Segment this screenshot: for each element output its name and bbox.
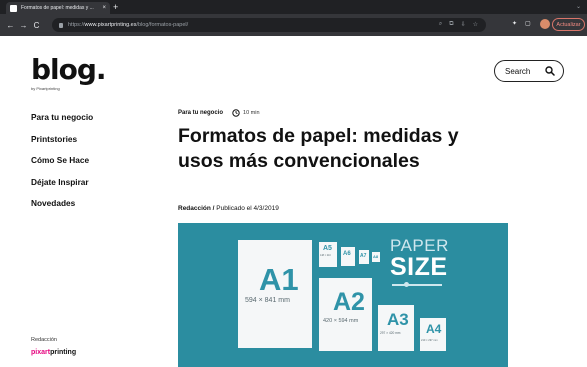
logo-tagline: by Pixartprinting xyxy=(31,86,60,91)
sheet-label: A7 xyxy=(360,253,367,259)
sheet-dimensions: 594 × 841 mm xyxy=(245,297,290,304)
sheet-dimensions: 210 × 297 mm xyxy=(421,339,438,342)
search-button[interactable]: Search xyxy=(494,60,564,82)
article-byline: Redacción / Publicado el 4/3/2019 xyxy=(178,205,279,212)
update-button[interactable]: Actualizar xyxy=(552,18,585,31)
share-icon[interactable]: ⧉ xyxy=(449,21,453,28)
sheet-a8: A8 xyxy=(372,252,380,262)
article-title: Formatos de papel: medidas y usos más co… xyxy=(178,125,459,172)
article-author[interactable]: Redacción / xyxy=(178,205,214,212)
install-icon[interactable]: ⇩ xyxy=(461,21,466,28)
sheet-label: A4 xyxy=(426,322,442,336)
sidebar-icon[interactable]: ▢ xyxy=(525,20,531,27)
browser-tab-bar: Formatos de papel: medidas y ... × + ⌄ xyxy=(0,0,587,14)
nav-item-novedades[interactable]: Novedades xyxy=(31,198,93,220)
sheet-dimensions: 420 × 594 mm xyxy=(323,318,359,324)
read-time: 10 min xyxy=(243,110,260,116)
sheet-a1: A1 594 × 841 mm xyxy=(238,240,312,348)
nav-item-para-tu-negocio[interactable]: Para tu negocio xyxy=(31,112,93,134)
browser-toolbar: ← → C https://www.pixartprinting.es/blog… xyxy=(0,14,587,36)
sheet-dimensions: 148 × 210 xyxy=(320,254,331,257)
sheet-label: A1 xyxy=(259,262,299,297)
sheet-a4: A4 210 × 297 mm xyxy=(420,318,446,351)
hero-word-size: SIZE xyxy=(390,253,448,281)
hero-divider xyxy=(392,284,442,286)
favicon-icon xyxy=(10,4,17,12)
clock-icon xyxy=(232,109,240,117)
hero-divider-dot xyxy=(404,282,409,287)
sheet-label: A3 xyxy=(387,310,409,329)
star-icon[interactable]: ☆ xyxy=(473,21,478,28)
category-nav: Para tu negocio Printstories Cómo Se Hac… xyxy=(31,112,93,220)
article-date: Publicado el 4/3/2019 xyxy=(214,205,279,212)
search-icon xyxy=(545,66,555,76)
sheet-label: A6 xyxy=(343,251,351,257)
hero-word-paper: PAPER xyxy=(390,236,449,255)
article-category[interactable]: Para tu negocio xyxy=(178,110,223,116)
reload-button[interactable]: C xyxy=(30,21,43,30)
tab-close-icon[interactable]: × xyxy=(102,5,106,11)
footer-brand-logo[interactable]: pixartprinting xyxy=(31,349,76,356)
sheet-label: A2 xyxy=(333,288,365,316)
sheet-label: A8 xyxy=(373,254,379,259)
forward-button[interactable]: → xyxy=(17,21,30,30)
search-icon[interactable]: ⌕ xyxy=(439,21,442,28)
address-bar[interactable]: https://www.pixartprinting.es/blog/forma… xyxy=(52,18,486,32)
sheet-a2: A2 420 × 594 mm xyxy=(319,278,372,351)
sheet-label: A5 xyxy=(323,245,332,252)
avatar[interactable] xyxy=(540,19,550,29)
nav-item-printstories[interactable]: Printstories xyxy=(31,134,93,156)
page: blog. by Pixartprinting Search Para tu n… xyxy=(0,36,587,367)
sheet-dimensions: 297 × 420 mm xyxy=(380,331,401,335)
nav-item-dejate-inspirar[interactable]: Déjate Inspirar xyxy=(31,177,93,199)
browser-tab[interactable]: Formatos de papel: medidas y ... × xyxy=(6,2,110,14)
new-tab-button[interactable]: + xyxy=(113,2,118,12)
footer-label: Redacción xyxy=(31,337,57,343)
sheet-a3: A3 297 × 420 mm xyxy=(378,305,414,351)
sheet-a7: A7 xyxy=(359,250,369,264)
back-button[interactable]: ← xyxy=(4,21,17,30)
sheet-a5: A5 148 × 210 xyxy=(319,242,337,267)
hero-image: A1 594 × 841 mm A2 420 × 594 mm A3 297 ×… xyxy=(178,223,508,367)
search-label: Search xyxy=(505,66,531,76)
tab-search-icon[interactable]: ⌄ xyxy=(576,3,581,10)
puzzle-icon[interactable]: ✦ xyxy=(512,20,517,27)
article-meta: Para tu negocio 10 min xyxy=(178,109,260,117)
nav-item-como-se-hace[interactable]: Cómo Se Hace xyxy=(31,155,93,177)
url-text: https://www.pixartprinting.es/blog/forma… xyxy=(68,22,189,28)
sheet-a6: A6 xyxy=(341,247,355,266)
site-logo[interactable]: blog. xyxy=(31,55,107,85)
lock-icon[interactable] xyxy=(59,22,63,28)
tab-title: Formatos de papel: medidas y ... xyxy=(21,5,94,11)
